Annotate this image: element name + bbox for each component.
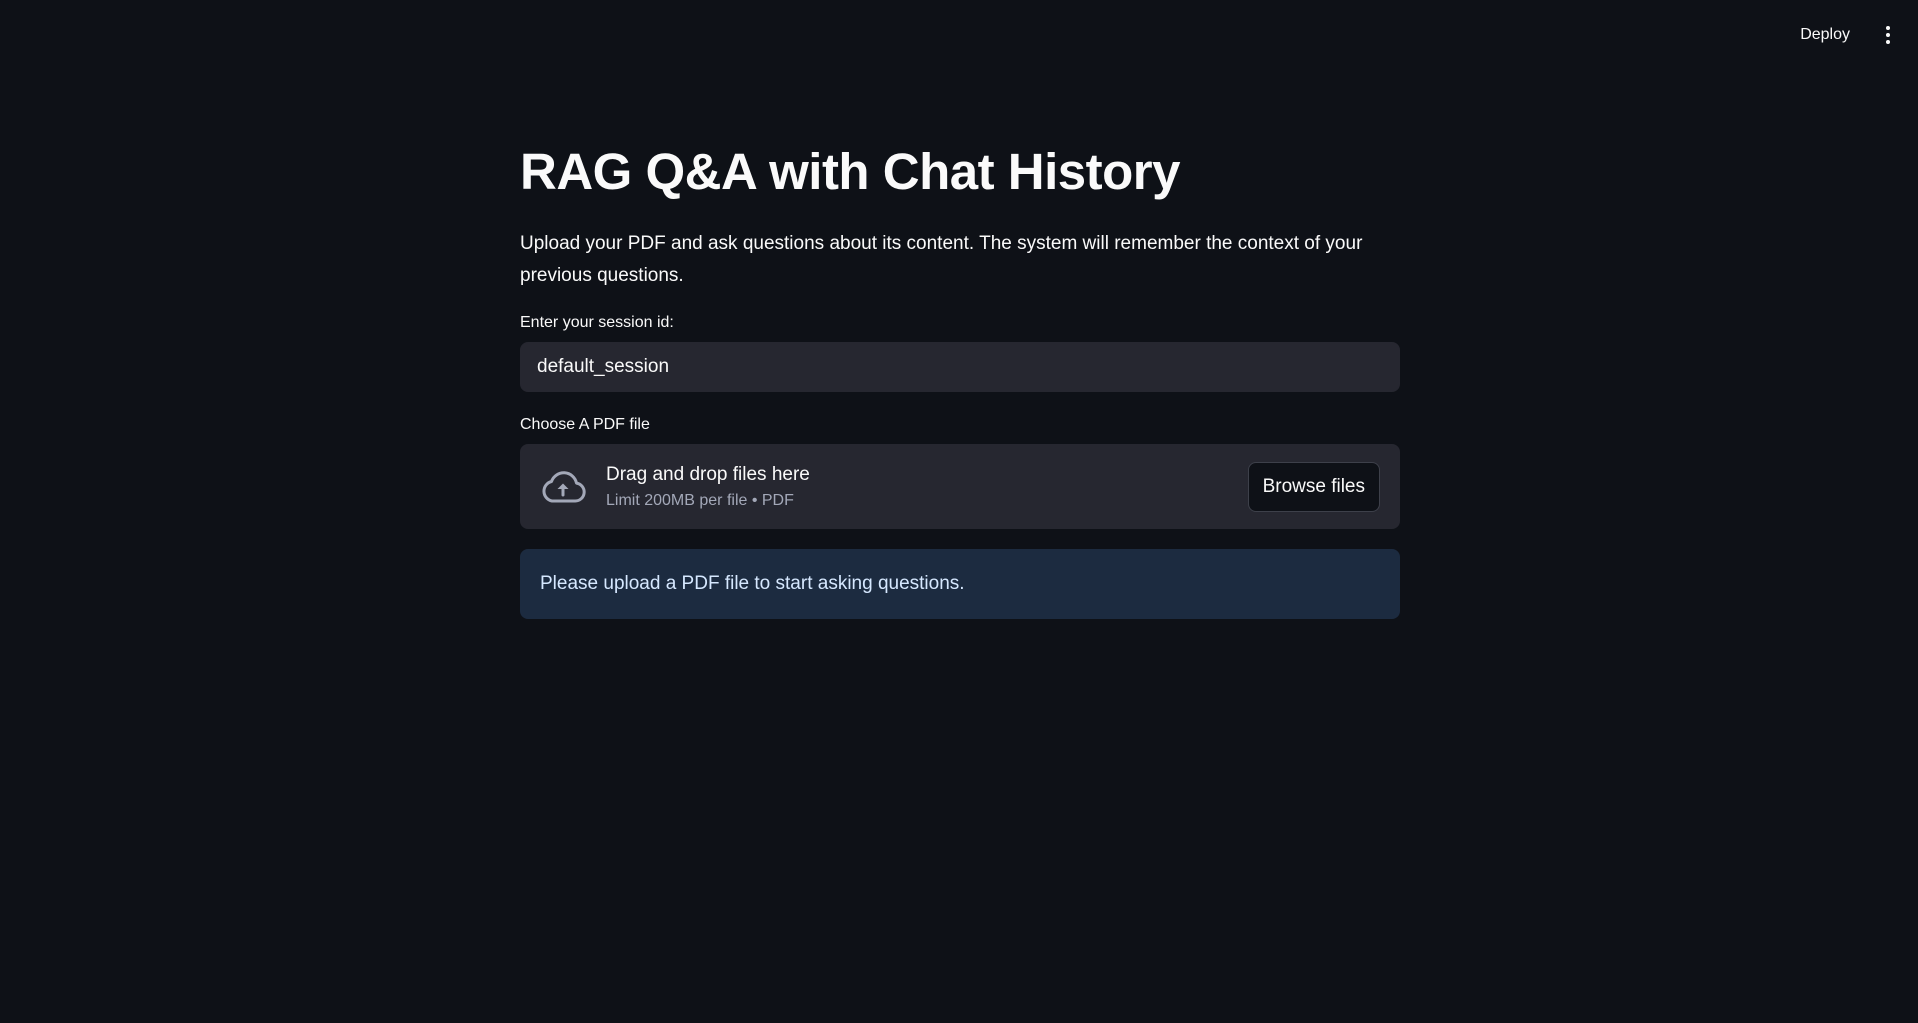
intro-text: Upload your PDF and ask questions about … bbox=[520, 233, 1363, 286]
dropzone-text: Drag and drop files here Limit 200MB per… bbox=[606, 464, 1248, 510]
menu-dot bbox=[1886, 40, 1890, 44]
session-id-input[interactable] bbox=[520, 342, 1400, 392]
cloud-upload-icon bbox=[538, 467, 588, 507]
main-content: RAG Q&A with Chat History Upload your PD… bbox=[520, 140, 1400, 619]
kebab-menu-icon[interactable] bbox=[1876, 20, 1900, 50]
pdf-uploader-label: Choose A PDF file bbox=[520, 416, 650, 433]
deploy-button[interactable]: Deploy bbox=[1792, 20, 1858, 50]
browse-files-button[interactable]: Browse files bbox=[1247, 461, 1380, 512]
menu-dot bbox=[1886, 33, 1890, 37]
session-id-label: Enter your session id: bbox=[520, 314, 674, 331]
app-root: Deploy RAG Q&A with Chat History Upload … bbox=[0, 0, 1918, 1023]
menu-dot bbox=[1886, 26, 1890, 30]
top-toolbar: Deploy bbox=[1792, 0, 1918, 70]
info-alert: Please upload a PDF file to start asking… bbox=[520, 549, 1400, 619]
drag-drop-text: Drag and drop files here bbox=[606, 463, 810, 485]
pdf-dropzone[interactable]: Drag and drop files here Limit 200MB per… bbox=[520, 444, 1400, 529]
page-title: RAG Q&A with Chat History bbox=[520, 143, 1180, 200]
upload-limit-text: Limit 200MB per file • PDF bbox=[606, 491, 794, 509]
